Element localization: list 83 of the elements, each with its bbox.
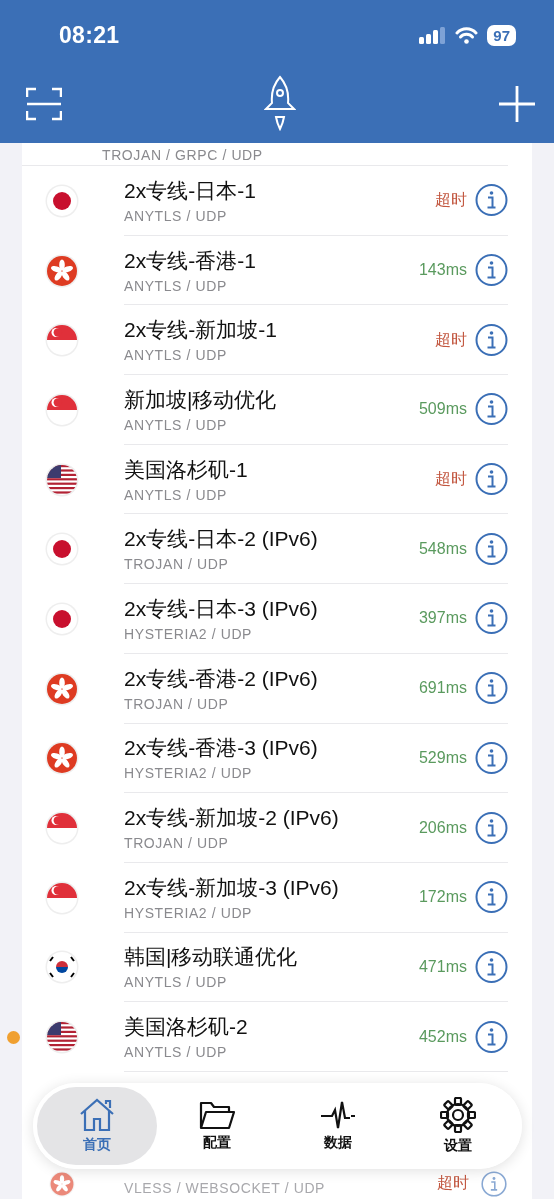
latency-text: 529ms: [418, 748, 467, 767]
home-icon: [79, 1098, 116, 1132]
info-icon[interactable]: [475, 880, 508, 914]
node-item[interactable]: 2x专线-日本-2 (IPv6) TROJAN / UDP 548ms: [124, 514, 508, 585]
node-name: 美国洛杉矶-1: [124, 456, 248, 483]
latency-text: 509ms: [418, 400, 467, 419]
latency-text: 超时: [435, 329, 467, 350]
node-protocol: ANYTLS / UDP: [124, 974, 227, 991]
node-protocol: ANYTLS / UDP: [124, 416, 227, 433]
node-protocol: ANYTLS / UDP: [124, 207, 227, 224]
info-icon[interactable]: [475, 671, 508, 705]
info-icon[interactable]: [475, 741, 508, 775]
node-name: 2x专线-香港-1: [124, 247, 256, 274]
node-item[interactable]: 2x专线-新加坡-3 (IPv6) HYSTERIA2 / UDP 172ms: [124, 862, 508, 933]
node-name: 新加坡|移动优化: [124, 386, 277, 413]
status-time: 08:21: [59, 21, 120, 49]
node-protocol: TROJAN / UDP: [124, 835, 229, 852]
signal-icon: [419, 26, 447, 44]
node-protocol: HYSTERIA2 / UDP: [124, 904, 253, 921]
folder-icon: [199, 1100, 236, 1130]
latency-text: 超时: [435, 468, 467, 489]
latency-text: 452ms: [418, 1027, 467, 1046]
info-icon[interactable]: [475, 1020, 508, 1054]
add-icon[interactable]: [498, 84, 536, 123]
latency-text: 548ms: [418, 539, 467, 558]
battery-level: 97: [487, 24, 516, 46]
pulse-icon: [319, 1100, 356, 1130]
tab-item[interactable]: 设置: [397, 1087, 518, 1165]
latency-text: 691ms: [418, 679, 467, 698]
scan-icon[interactable]: [26, 86, 62, 121]
node-name: 2x专线-新加坡-2 (IPv6): [124, 805, 339, 832]
node-protocol: VLESS / WEBSOCKET / UDP: [124, 1179, 326, 1196]
node-protocol: ANYTLS / UDP: [124, 277, 227, 294]
info-icon[interactable]: [475, 462, 508, 496]
latency-text: 172ms: [418, 888, 467, 907]
node-protocol: TROJAN / UDP: [124, 695, 229, 712]
node-item[interactable]: 新加坡|移动优化 ANYTLS / UDP 509ms: [124, 375, 508, 445]
tab-item[interactable]: 首页: [37, 1087, 158, 1165]
latency-text: 超时: [437, 1172, 469, 1193]
node-name: 2x专线-日本-1: [124, 177, 256, 204]
node-item[interactable]: 2x专线-新加坡-2 (IPv6) TROJAN / UDP 206ms: [124, 793, 508, 863]
tab-item[interactable]: 配置: [157, 1087, 278, 1165]
node-item[interactable]: 2x专线-香港-2 (IPv6) TROJAN / UDP 691ms: [124, 653, 508, 724]
node-item[interactable]: 2x专线-日本-3 (IPv6) HYSTERIA2 / UDP 397ms: [124, 584, 508, 654]
node-name: 美国洛杉矶-2: [124, 1014, 248, 1041]
node-name: 韩国|移动联通优化: [124, 944, 298, 971]
node-name: 2x专线-新加坡-3 (IPv6): [124, 874, 339, 901]
info-icon[interactable]: [475, 950, 508, 984]
settings-icon: [439, 1097, 476, 1133]
node-protocol: ANYTLS / UDP: [124, 347, 227, 364]
node-name: 2x专线-新加坡-1: [124, 317, 277, 344]
info-icon[interactable]: [475, 183, 508, 217]
node-item[interactable]: 美国洛杉矶-1 ANYTLS / UDP 超时: [124, 444, 508, 515]
tab-item[interactable]: 数据: [277, 1087, 398, 1165]
latency-text: 143ms: [418, 261, 467, 280]
node-protocol: TROJAN / GRPC / UDP: [102, 148, 263, 162]
node-protocol: HYSTERIA2 / UDP: [124, 765, 253, 782]
node-item[interactable]: 美国洛杉矶-2 ANYTLS / UDP 452ms: [124, 1002, 508, 1072]
node-name: 2x专线-香港-2 (IPv6): [124, 665, 318, 692]
node-protocol: TROJAN / UDP: [124, 556, 229, 573]
latency-text: 超时: [435, 189, 467, 210]
node-name: 2x专线-香港-3 (IPv6): [124, 735, 318, 762]
info-icon[interactable]: [475, 532, 508, 566]
node-protocol: HYSTERIA2 / UDP: [124, 625, 253, 642]
rocket-icon: [264, 74, 296, 133]
info-icon[interactable]: [475, 601, 508, 635]
node-protocol: ANYTLS / UDP: [124, 486, 227, 503]
node-item[interactable]: 2x专线-新加坡-1 ANYTLS / UDP 超时: [124, 305, 508, 376]
node-protocol: ANYTLS / UDP: [124, 1044, 227, 1061]
wifi-icon: [455, 26, 479, 44]
info-icon[interactable]: [475, 392, 508, 426]
info-icon[interactable]: [475, 811, 508, 845]
node-item[interactable]: 韩国|移动联通优化 ANYTLS / UDP 471ms: [124, 932, 508, 1003]
latency-text: 397ms: [418, 609, 467, 628]
node-name: 2x专线-日本-3 (IPv6): [124, 595, 318, 622]
latency-text: 206ms: [418, 818, 467, 837]
info-icon[interactable]: [475, 323, 508, 357]
node-item[interactable]: 2x专线-香港-1 ANYTLS / UDP 143ms: [124, 235, 508, 306]
node-item[interactable]: 2x专线-日本-1 ANYTLS / UDP 超时: [124, 166, 508, 236]
latency-text: 471ms: [418, 957, 467, 976]
node-item[interactable]: 2x专线-香港-3 (IPv6) HYSTERIA2 / UDP 529ms: [124, 723, 508, 794]
node-name: 2x专线-日本-2 (IPv6): [124, 526, 318, 553]
info-icon[interactable]: [475, 253, 508, 287]
